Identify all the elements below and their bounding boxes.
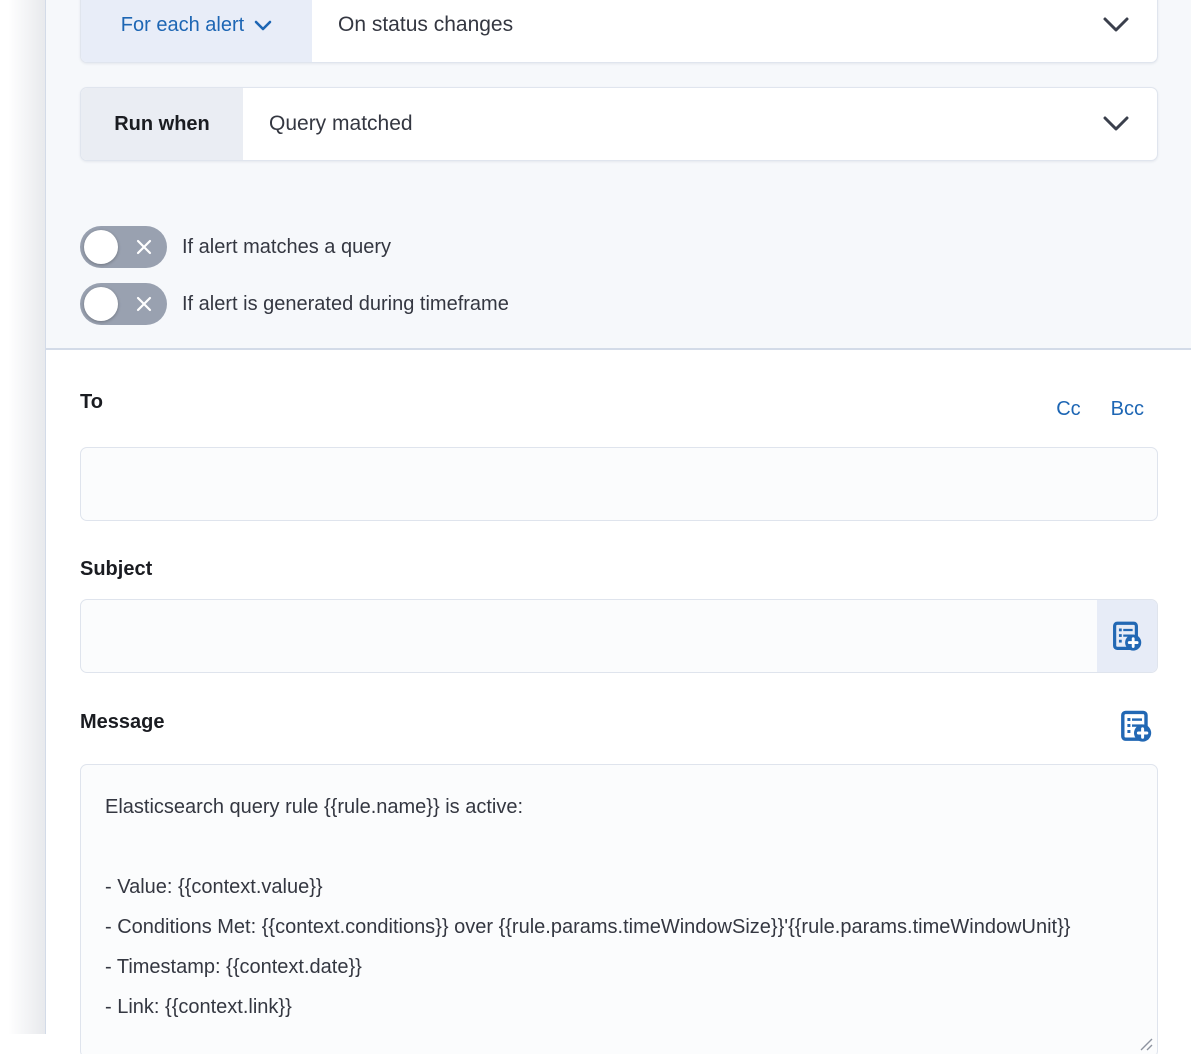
message-label: Message: [80, 711, 165, 734]
toggle-knob: [84, 287, 118, 321]
to-label: To: [80, 391, 103, 414]
notify-when-select[interactable]: On status changes: [312, 0, 1101, 62]
cross-icon: [134, 294, 154, 314]
toggle-if-alert-matches-query[interactable]: [80, 226, 167, 268]
cc-bcc-buttons: Cc Bcc: [1056, 398, 1144, 421]
message-add-variable-button[interactable]: [1118, 708, 1154, 744]
run-when-prepend-label: Run when: [81, 88, 243, 160]
email-action-form: For each alert On status changes Run whe…: [0, 0, 1191, 1054]
message-textarea[interactable]: Elasticsearch query rule {{rule.name}} i…: [80, 764, 1158, 1054]
notify-when-value: On status changes: [338, 13, 513, 37]
chevron-down-icon: [1101, 16, 1131, 34]
message-field-wrap: Elasticsearch query rule {{rule.name}} i…: [80, 764, 1158, 1054]
run-when-select[interactable]: Query matched: [243, 88, 1101, 160]
run-when-value: Query matched: [269, 112, 413, 136]
chevron-down-icon: [1101, 115, 1131, 133]
panel-edge-shadow: [8, 0, 45, 1034]
notify-when-control: For each alert On status changes: [80, 0, 1158, 63]
run-when-control: Run when Query matched: [80, 87, 1158, 161]
to-recipients-input[interactable]: [80, 447, 1158, 521]
add-variable-icon: [1120, 710, 1152, 742]
subject-add-variable-button[interactable]: [1097, 600, 1157, 672]
for-each-alert-dropdown-button[interactable]: For each alert: [81, 0, 312, 62]
subject-field-group: [80, 599, 1158, 673]
subject-input[interactable]: [81, 600, 1097, 672]
for-each-alert-label: For each alert: [121, 14, 244, 37]
toggle-knob: [84, 230, 118, 264]
bcc-button[interactable]: Bcc: [1111, 398, 1144, 421]
run-when-label: Run when: [114, 113, 210, 136]
subject-label: Subject: [80, 558, 152, 581]
cc-button[interactable]: Cc: [1056, 398, 1080, 421]
chevron-down-icon: [254, 20, 272, 31]
toggle-if-alert-generated-during-timeframe[interactable]: [80, 283, 167, 325]
add-variable-icon: [1112, 621, 1142, 651]
toggle-label-timeframe-filter: If alert is generated during timeframe: [182, 292, 509, 316]
toggle-label-query-filter: If alert matches a query: [182, 235, 391, 259]
cross-icon: [134, 237, 154, 257]
